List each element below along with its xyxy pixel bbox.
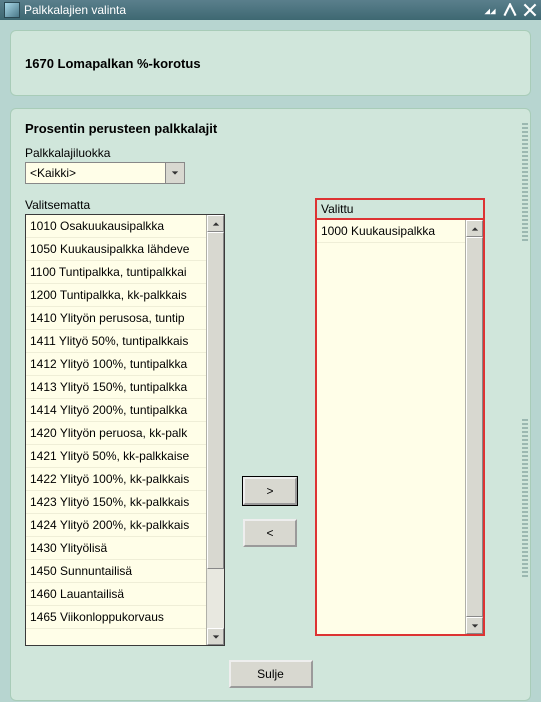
close-button-label: Sulje — [257, 667, 284, 681]
list-item[interactable]: 1010 Osakuukausipalkka — [26, 215, 207, 238]
move-right-button[interactable]: > — [243, 477, 297, 505]
unselected-listbox[interactable]: 1010 Osakuukausipalkka1050 Kuukausipalkk… — [25, 214, 225, 646]
scrollbar[interactable] — [206, 215, 224, 645]
scroll-up-icon[interactable] — [466, 220, 483, 237]
close-button[interactable]: Sulje — [229, 660, 313, 688]
title-bar: Palkkalajien valinta — [0, 0, 541, 20]
list-item[interactable]: 1421 Ylityö 50%, kk-palkkaise — [26, 445, 207, 468]
list-item[interactable]: 1100 Tuntipalkka, tuntipalkkai — [26, 261, 207, 284]
list-item[interactable]: 1411 Ylityö 50%, tuntipalkkais — [26, 330, 207, 353]
scroll-thumb[interactable] — [207, 232, 224, 569]
list-item[interactable]: 1412 Ylityö 100%, tuntipalkka — [26, 353, 207, 376]
selected-label: Valittu — [321, 202, 479, 216]
close-icon[interactable] — [523, 3, 537, 17]
list-item[interactable]: 1000 Kuukausipalkka — [317, 220, 466, 243]
panel-grip — [522, 419, 528, 579]
selected-listbox[interactable]: 1000 Kuukausipalkka — [315, 218, 485, 636]
list-item[interactable]: 1460 Lauantailisä — [26, 583, 207, 606]
section-title: Prosentin perusteen palkkalajit — [25, 121, 516, 136]
app-icon — [4, 2, 20, 18]
header-panel: 1670 Lomapalkan %-korotus — [10, 30, 531, 96]
category-label: Palkkalajiluokka — [25, 146, 516, 160]
unselected-label: Valitsematta — [25, 198, 225, 212]
maximize-icon[interactable] — [503, 3, 517, 17]
list-item[interactable]: 1465 Viikonloppukorvaus — [26, 606, 207, 629]
scroll-thumb[interactable] — [466, 237, 483, 617]
list-item[interactable]: 1414 Ylityö 200%, tuntipalkka — [26, 399, 207, 422]
list-item[interactable]: 1050 Kuukausipalkka lähdeve — [26, 238, 207, 261]
main-panel: Prosentin perusteen palkkalajit Palkkala… — [10, 108, 531, 701]
list-item[interactable]: 1423 Ylityö 150%, kk-palkkais — [26, 491, 207, 514]
list-item[interactable]: 1450 Sunnuntailisä — [26, 560, 207, 583]
category-value: <Kaikki> — [26, 166, 165, 180]
page-title: 1670 Lomapalkan %-korotus — [25, 56, 201, 71]
category-combo[interactable]: <Kaikki> — [25, 162, 185, 184]
list-item[interactable]: 1424 Ylityö 200%, kk-palkkais — [26, 514, 207, 537]
list-item[interactable]: 1410 Ylityön perusosa, tuntip — [26, 307, 207, 330]
window-buttons — [483, 3, 537, 17]
minimize-icon[interactable] — [483, 3, 497, 17]
list-item[interactable]: 1422 Ylityö 100%, kk-palkkais — [26, 468, 207, 491]
scroll-down-icon[interactable] — [207, 628, 224, 645]
move-left-label: < — [266, 526, 273, 540]
scroll-up-icon[interactable] — [207, 215, 224, 232]
scrollbar[interactable] — [465, 220, 483, 634]
list-item[interactable]: 1413 Ylityö 150%, tuntipalkka — [26, 376, 207, 399]
scroll-down-icon[interactable] — [466, 617, 483, 634]
window-title: Palkkalajien valinta — [24, 3, 483, 17]
move-left-button[interactable]: < — [243, 519, 297, 547]
move-right-label: > — [266, 484, 273, 498]
list-item[interactable]: 1200 Tuntipalkka, kk-palkkais — [26, 284, 207, 307]
chevron-down-icon[interactable] — [165, 163, 184, 183]
panel-grip — [522, 123, 528, 243]
list-item[interactable]: 1430 Ylityölisä — [26, 537, 207, 560]
list-item[interactable]: 1420 Ylityön peruosa, kk-palk — [26, 422, 207, 445]
